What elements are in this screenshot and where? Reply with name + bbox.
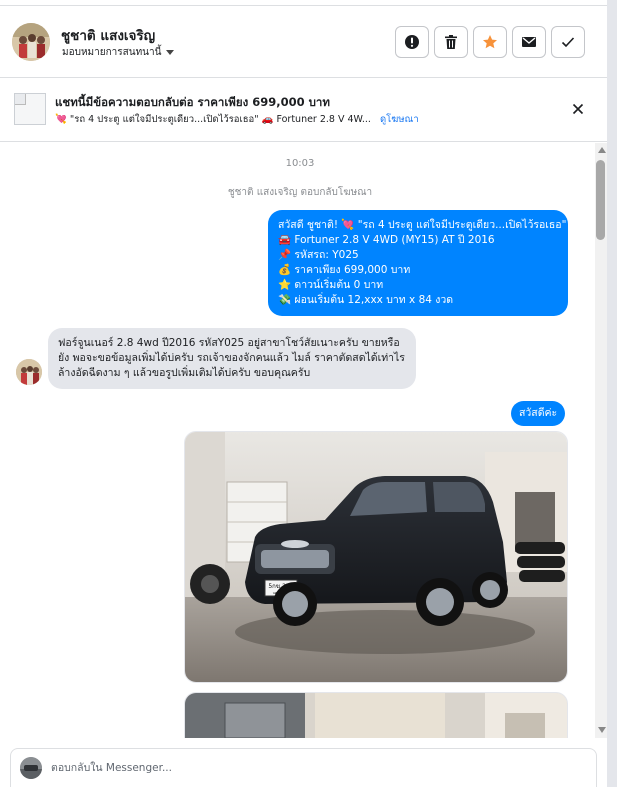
- ad-title: แชทนี้มีข้อความตอบกลับต่อ ราคาเพียง 699,…: [55, 95, 330, 109]
- done-button[interactable]: [551, 26, 585, 58]
- promo-line: 📌 รหัสรถ: Y025: [278, 249, 359, 261]
- close-icon: [572, 103, 584, 115]
- star-icon: [483, 35, 497, 49]
- contact-name: ชูชาติ แสงเจริญ: [61, 28, 156, 44]
- chevron-down-icon: [166, 50, 175, 55]
- exclamation-icon: [405, 35, 419, 49]
- trash-icon: [445, 35, 457, 49]
- promo-line: 💰 ราคาเพียง 699,000 บาท: [278, 264, 411, 276]
- assign-conversation-dropdown[interactable]: มอบหมายการสนทนานี้: [62, 45, 175, 60]
- contact-avatar[interactable]: [12, 23, 50, 61]
- promo-message-bubble[interactable]: สวัสดี ชูชาติ! 💘 "รถ 4 ประตู แต่ใจมีประต…: [268, 210, 568, 316]
- ad-subtitle-row: 💘 "รถ 4 ประตู แต่ใจมีประตูเดียว...เปิดไว…: [55, 112, 419, 127]
- car-photo[interactable]: 5กฆ 226 นครราชสีมา: [184, 431, 568, 683]
- star-button[interactable]: [473, 26, 507, 58]
- assign-label: มอบหมายการสนทนานี้: [62, 47, 162, 58]
- message-thread[interactable]: 10:03 ชูชาติ แสงเจริญ ตอบกลับโฆษณา สวัสด…: [0, 143, 595, 738]
- scroll-thumb[interactable]: [596, 160, 605, 240]
- car-photo[interactable]: [184, 692, 568, 738]
- envelope-icon: [522, 37, 536, 47]
- outgoing-message-bubble[interactable]: สวัสดีค่ะ: [511, 401, 566, 426]
- promo-line: 💸 ผ่อนเริ่มต้น 12,xxx บาท x 84 งวด: [278, 294, 454, 306]
- incoming-message-bubble[interactable]: ฟอร์จูนเนอร์ 2.8 4wd ปี2016 รหัสY025 อยู…: [48, 328, 416, 389]
- ad-thumbnail[interactable]: [14, 93, 46, 125]
- close-banner-button[interactable]: [569, 100, 587, 118]
- alert-button[interactable]: [395, 26, 429, 58]
- view-ad-link[interactable]: ดูโฆษณา: [380, 114, 419, 125]
- scroll-down-arrow-icon[interactable]: [598, 727, 606, 733]
- system-note: ชูชาติ แสงเจริญ ตอบกลับโฆษณา: [227, 187, 373, 198]
- ad-reply-banner: แชทนี้มีข้อความตอบกลับต่อ ราคาเพียง 699,…: [0, 78, 607, 142]
- page-scroll-rail[interactable]: [607, 0, 617, 787]
- mail-button[interactable]: [512, 26, 546, 58]
- reply-composer: [10, 748, 597, 787]
- sender-avatar[interactable]: [16, 359, 42, 385]
- checkmark-icon: [561, 37, 575, 48]
- message-timestamp: 10:03: [285, 158, 315, 169]
- promo-line: สวัสดี ชูชาติ! 💘 "รถ 4 ประตู แต่ใจมีประต…: [278, 219, 567, 231]
- thread-scrollbar[interactable]: [595, 143, 607, 738]
- promo-line: ⭐ ดาวน์เริ่มต้น 0 บาท: [278, 279, 384, 291]
- conversation-header: ชูชาติ แสงเจริญ มอบหมายการสนทนานี้: [0, 6, 607, 78]
- reply-input[interactable]: [51, 758, 571, 778]
- page-avatar: [20, 757, 42, 779]
- ad-subtitle: 💘 "รถ 4 ประตู แต่ใจมีประตูเดียว...เปิดไว…: [55, 114, 371, 125]
- promo-line: 🚘 Fortuner 2.8 V 4WD (MY15) AT ปี 2016: [278, 234, 495, 246]
- scroll-up-arrow-icon[interactable]: [598, 147, 606, 153]
- header-actions: [395, 26, 585, 58]
- delete-button[interactable]: [434, 26, 468, 58]
